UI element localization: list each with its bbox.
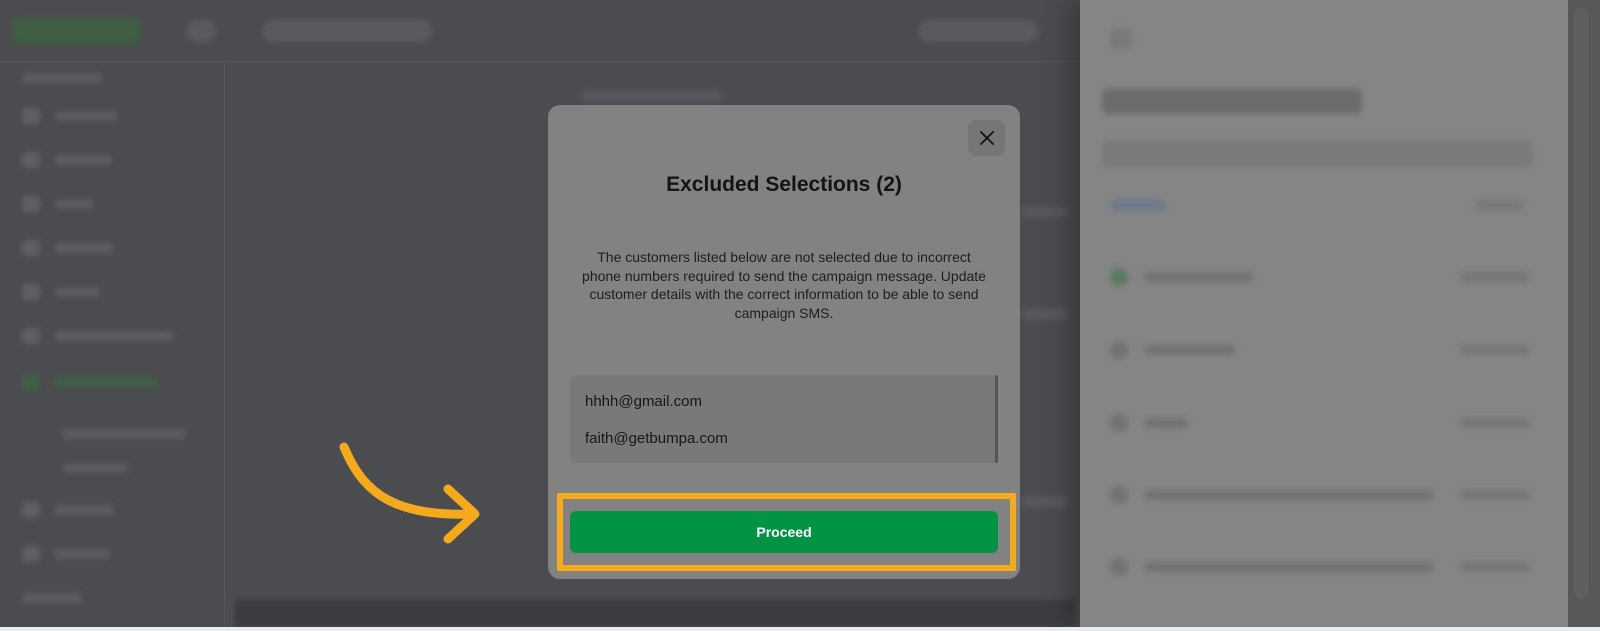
sidebar-item — [22, 546, 110, 562]
panel-row — [1110, 268, 1530, 286]
highlight-box — [557, 493, 1016, 571]
list-item: faith@getbumpa.com — [585, 430, 728, 447]
add-customer-panel — [1080, 0, 1568, 627]
sidebar-item — [22, 328, 174, 344]
panel-row — [1110, 341, 1530, 359]
panel-title — [1102, 88, 1362, 114]
sidebar-item — [22, 196, 94, 212]
browser-bottom-edge — [0, 627, 1600, 631]
menu-toggle-icon — [186, 20, 216, 42]
logo — [12, 18, 140, 44]
sidebar — [0, 62, 225, 627]
list-item: hhhh@gmail.com — [585, 393, 702, 410]
sidebar-subitem — [62, 460, 128, 476]
top-bar — [0, 0, 1100, 62]
sidebar-item — [22, 284, 100, 300]
panel-close-icon — [1110, 28, 1132, 50]
panel-link — [1110, 199, 1166, 211]
sidebar-item — [22, 152, 112, 168]
scrollbar-thumb[interactable] — [1574, 8, 1588, 598]
email-list-scrollbar[interactable] — [995, 375, 998, 463]
curved-arrow-icon — [339, 442, 480, 544]
sidebar-item-active — [22, 374, 158, 390]
excluded-email-list: hhhh@gmail.com faith@getbumpa.com — [570, 375, 998, 463]
content-line — [1022, 496, 1068, 508]
sidebar-item — [22, 502, 114, 518]
modal-description: The customers listed below are not selec… — [582, 249, 986, 321]
panel-row — [1110, 486, 1530, 504]
sidebar-heading — [22, 70, 102, 86]
sidebar-item — [22, 590, 82, 606]
background-footer — [235, 600, 1075, 627]
panel-link-right — [1474, 199, 1524, 211]
close-icon — [979, 131, 994, 145]
panel-row — [1110, 414, 1530, 432]
topbar-action — [918, 20, 1038, 42]
sidebar-item — [22, 240, 114, 256]
sidebar-item — [22, 108, 118, 124]
content-line — [1022, 308, 1068, 320]
content-line — [1022, 206, 1068, 218]
panel-search — [1102, 140, 1532, 168]
close-button[interactable] — [968, 120, 1005, 156]
store-selector — [262, 20, 432, 42]
modal-title: Excluded Selections (2) — [666, 173, 902, 196]
page-heading — [582, 90, 722, 102]
panel-row — [1110, 558, 1530, 576]
sidebar-subitem — [62, 426, 186, 442]
